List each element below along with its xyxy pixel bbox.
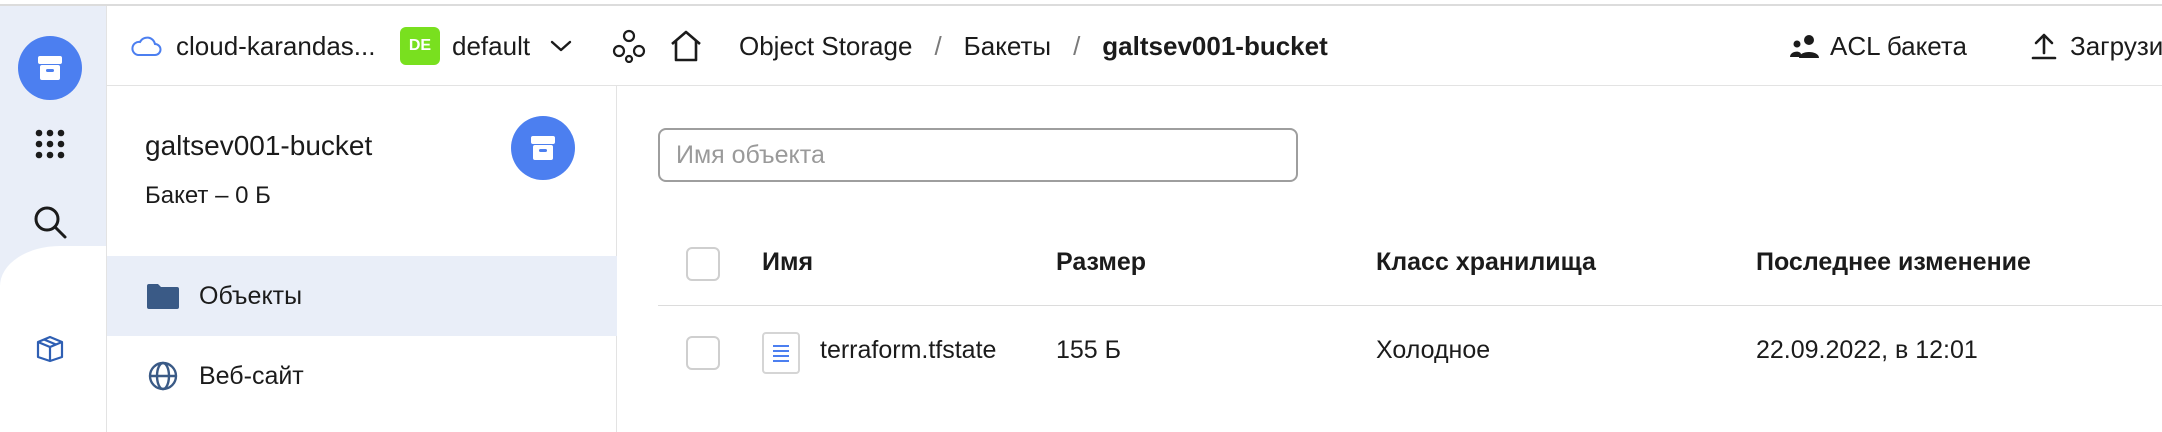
object-search-input[interactable]: [658, 128, 1298, 182]
table-header-divider: [658, 305, 2162, 306]
breadcrumb-separator: /: [934, 30, 942, 61]
box-icon[interactable]: [30, 328, 70, 368]
globe-icon: [145, 358, 181, 394]
breadcrumb-buckets-link[interactable]: Бакеты: [964, 31, 1051, 62]
column-header-storage-class[interactable]: Класс хранилища: [1376, 248, 1596, 277]
home-icon: [671, 30, 701, 62]
home-button[interactable]: [668, 6, 704, 86]
cloud-icon: [131, 36, 162, 56]
upload-icon: [2031, 33, 2057, 60]
bucket-subtitle: Бакет – 0 Б: [145, 182, 271, 209]
bucket-avatar: [511, 116, 575, 180]
chevron-down-icon: [550, 40, 572, 52]
upload-button[interactable]: Загрузи: [2030, 6, 2162, 86]
bucket-side-panel: galtsev001-bucket Бакет – 0 Б Объекты Ве…: [107, 86, 617, 432]
row-size: 155 Б: [1056, 336, 1122, 364]
acl-label: ACL бакета: [1830, 30, 1967, 61]
column-header-modified[interactable]: Последнее изменение: [1756, 248, 2031, 277]
users-icon: [1790, 35, 1819, 58]
top-header: cloud-karandas... DE default Object Stor…: [106, 6, 2162, 86]
resources-button[interactable]: [612, 6, 646, 86]
upload-label: Загрузи: [2070, 30, 2162, 61]
storage-service-button[interactable]: [18, 36, 82, 100]
column-header-size[interactable]: Размер: [1056, 248, 1146, 277]
nodes-icon: [612, 29, 646, 63]
breadcrumb-separator: /: [1073, 30, 1081, 61]
nav-item-label: Веб-сайт: [199, 361, 304, 390]
folder-badge: DE: [400, 27, 440, 65]
folder-icon: [145, 278, 181, 314]
row-storage-class: Холодное: [1376, 336, 1491, 364]
bucket-name: galtsev001-bucket: [145, 130, 373, 161]
nav-item-website[interactable]: Веб-сайт: [107, 336, 617, 416]
folder-selector[interactable]: DE default: [400, 6, 572, 86]
nav-item-label: Объекты: [199, 281, 303, 310]
folder-name: default: [452, 30, 531, 61]
nav-item-objects[interactable]: Объекты: [107, 256, 617, 336]
search-icon[interactable]: [30, 202, 70, 242]
column-header-name[interactable]: Имя: [762, 248, 813, 277]
cloud-selector[interactable]: cloud-karandas...: [130, 6, 375, 86]
cloud-name: cloud-karandas...: [176, 30, 376, 61]
breadcrumb: Object Storage / Бакеты / galtsev001-buc…: [739, 6, 1328, 86]
breadcrumb-current: galtsev001-bucket: [1102, 30, 1328, 61]
left-rail: [0, 6, 106, 432]
acl-button[interactable]: ACL бакета: [1790, 6, 1967, 86]
row-modified: 22.09.2022, в 12:01: [1756, 336, 1978, 364]
storage-icon: [38, 56, 62, 80]
row-name-link[interactable]: terraform.tfstate: [820, 336, 996, 365]
select-all-checkbox[interactable]: [686, 247, 720, 281]
file-icon: [762, 332, 800, 374]
storage-icon: [531, 136, 555, 160]
apps-grid-icon[interactable]: [30, 124, 70, 164]
breadcrumb-service-link[interactable]: Object Storage: [739, 31, 912, 62]
row-checkbox[interactable]: [686, 336, 720, 370]
